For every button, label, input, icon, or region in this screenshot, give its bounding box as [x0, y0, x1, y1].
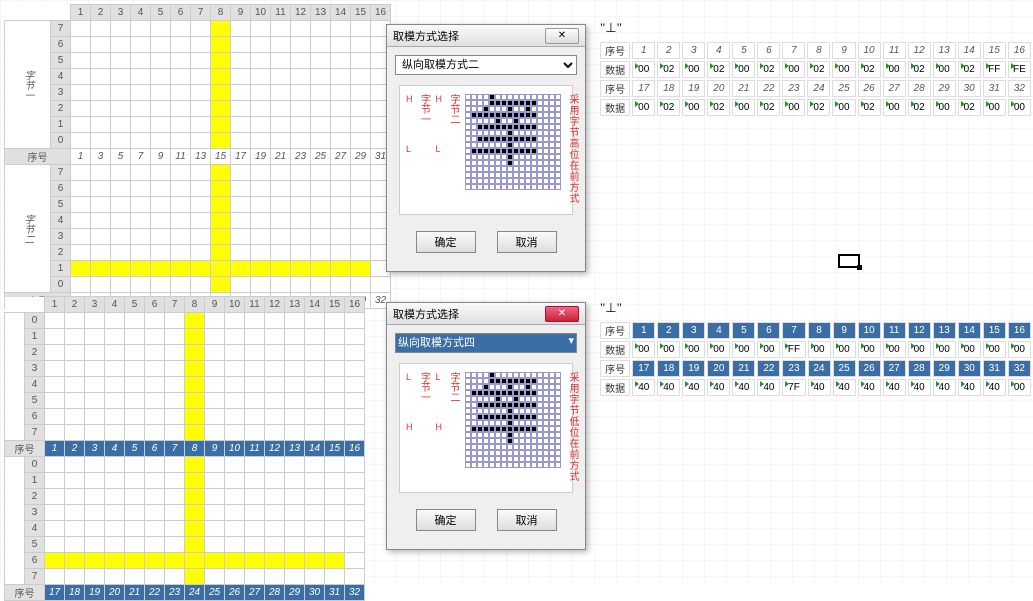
mode-description: 采用字节低位在前方式 [565, 372, 580, 482]
byte-axis-1: 字节一 [417, 372, 432, 402]
dialog-title-text: 取模方式选择 [393, 306, 459, 322]
ok-button[interactable]: 确定 [416, 231, 476, 253]
mode-dialog-top: 取模方式选择 ✕ 纵向取模方式二 HL 字节一 HL 字节二 采用字节高位在前方… [386, 24, 586, 272]
active-cell-cursor[interactable] [838, 254, 860, 268]
pixel-preview-grid [465, 372, 561, 468]
mode-select[interactable]: 纵向取模方式四▾ [395, 333, 577, 353]
bitmap-preview: LH 字节一 LH 字节二 采用字节低位在前方式 [399, 363, 573, 493]
byte-axis-1: 字节一 [417, 94, 432, 124]
pixel-preview-grid [465, 94, 561, 190]
mode-select[interactable]: 纵向取模方式二 [395, 55, 577, 75]
dialog-title-text: 取模方式选择 [393, 28, 459, 44]
mode-dialog-bottom: 取模方式选择 ✕ 纵向取模方式四▾ LH 字节一 LH 字节二 采用字节低位在前… [386, 302, 586, 550]
pixel-grid-bottom: 12345678910111213141516 01234567序号123456… [4, 296, 365, 601]
byte-axis-2: 字节二 [446, 94, 461, 124]
bitmap-preview: HL 字节一 HL 字节二 采用字节高位在前方式 [399, 85, 573, 215]
dialog-titlebar[interactable]: 取模方式选择 ✕ [387, 25, 585, 47]
byte-data-table-top: 序号12345678910111213141516数据0002000200020… [598, 40, 1033, 118]
glyph-label: "⊥" [600, 300, 622, 316]
byte-axis-2: 字节二 [446, 372, 461, 402]
close-icon[interactable]: ✕ [545, 306, 579, 322]
glyph-label: "⊥" [600, 20, 622, 36]
ok-button[interactable]: 确定 [416, 509, 476, 531]
cancel-button[interactable]: 取消 [497, 231, 557, 253]
mode-description: 采用字节高位在前方式 [565, 94, 580, 204]
byte-data-table-bottom: 序号12345678910111213141516数据000000000000F… [598, 320, 1033, 398]
cancel-button[interactable]: 取消 [497, 509, 557, 531]
close-icon[interactable]: ✕ [545, 28, 579, 44]
pixel-grid-top: 12345678910111213141516字节一76543210序号1357… [4, 4, 391, 309]
dialog-titlebar[interactable]: 取模方式选择 ✕ [387, 303, 585, 325]
